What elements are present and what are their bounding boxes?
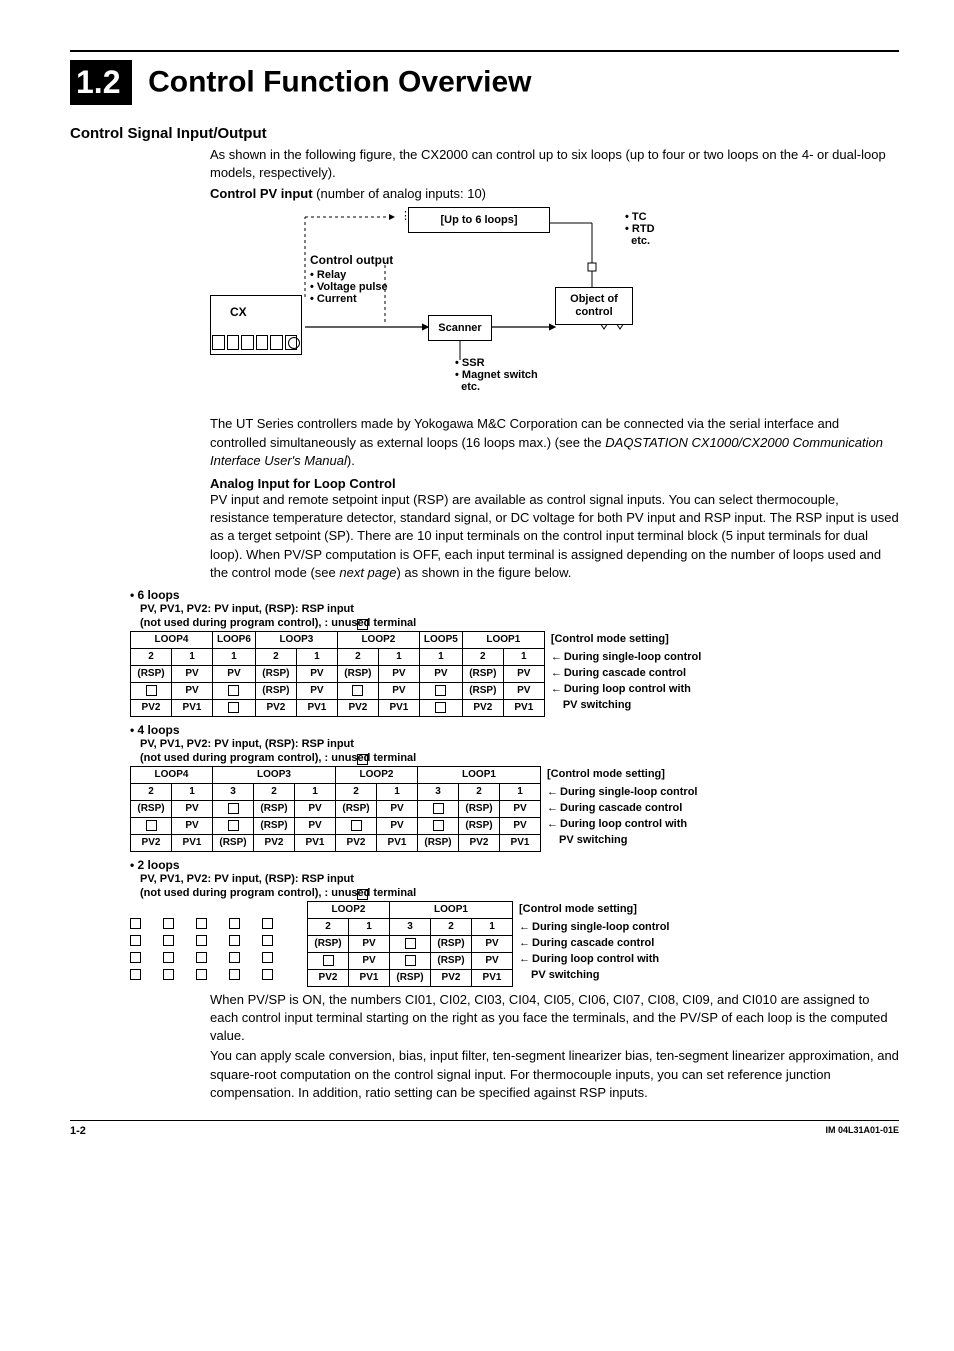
object-box: Object of control (555, 287, 633, 325)
two-loop-bullet: • 2 loops (130, 858, 899, 872)
four-loop-table: LOOP4 LOOP3 LOOP2 LOOP1 2132121321 (RSP)… (130, 766, 541, 852)
six-loops-block: • 6 loops PV, PV1, PV2: PV input, (RSP):… (130, 588, 899, 717)
two-loop-legend2: (not used during program control), : unu… (140, 887, 899, 899)
pv-input-caption-sub: (number of analog inputs: 10) (316, 186, 486, 201)
four-loop-legend1: PV, PV1, PV2: PV input, (RSP): RSP input (140, 738, 899, 750)
scanner-box: Scanner (428, 315, 492, 341)
footer-code: IM 04L31A01-01E (825, 1125, 899, 1137)
footer: 1-2 IM 04L31A01-01E (70, 1120, 899, 1137)
four-loop-bullet: • 4 loops (130, 723, 899, 737)
scanner-label: Scanner (438, 322, 481, 334)
subsection-title: Control Signal Input/Output (70, 125, 899, 142)
ssr-label: • SSR • Magnet switch etc. (455, 357, 538, 393)
closing-para-1: When PV/SP is ON, the numbers CI01, CI02… (210, 991, 899, 1046)
closing-para-2: You can apply scale conversion, bias, in… (210, 1047, 899, 1102)
analog-para-end: ) as shown in the figure below. (396, 565, 571, 580)
block-diagram: CX (210, 205, 770, 415)
section-header: 1.2 Control Function Overview (70, 50, 899, 105)
tc-rtd-label: • TC • RTD etc. (625, 211, 655, 247)
analog-next-page: next page (339, 565, 396, 580)
two-loop-annotations: [Control mode setting] During single-loo… (519, 901, 670, 987)
upto6-box: [Up to 6 loops] (408, 207, 550, 233)
annot-single: During single-loop control (551, 649, 702, 665)
six-loop-legend1: PV, PV1, PV2: PV input, (RSP): RSP input (140, 603, 899, 615)
six-loop-table: LOOP4 LOOP6 LOOP3 LOOP2 LOOP5 LOOP1 2112… (130, 631, 545, 717)
analog-title: Analog Input for Loop Control (210, 476, 899, 491)
control-output-label: Control output (310, 253, 393, 267)
six-loop-legend2: (not used during program control), : unu… (140, 617, 899, 629)
analog-paragraph: PV input and remote setpoint input (RSP)… (210, 491, 899, 582)
annot-pvsw-b: PV switching (563, 697, 702, 713)
section-title: Control Function Overview (148, 66, 531, 99)
two-loop-table: LOOP2 LOOP1 21321 (RSP)PV(RSP)PV PV(RSP)… (307, 901, 513, 987)
annot-header: [Control mode setting] (551, 631, 702, 647)
output-bullets: • Relay • Voltage pulse • Current (310, 269, 388, 305)
section-number: 1.2 (70, 60, 132, 105)
four-loops-block: • 4 loops PV, PV1, PV2: PV input, (RSP):… (130, 723, 899, 852)
upto6-label: [Up to 6 loops] (441, 214, 518, 226)
two-loops-block: • 2 loops PV, PV1, PV2: PV input, (RSP):… (130, 858, 899, 987)
four-loop-legend2: (not used during program control), : unu… (140, 752, 899, 764)
pv-input-caption: Control PV input (number of analog input… (210, 186, 899, 201)
annot-cascade: During cascade control (551, 665, 702, 681)
footer-page: 1-2 (70, 1125, 86, 1137)
two-loop-legend1: PV, PV1, PV2: PV input, (RSP): RSP input (140, 873, 899, 885)
intro-paragraph: As shown in the following figure, the CX… (210, 146, 899, 182)
two-loop-unused-grid (130, 915, 273, 987)
six-loop-annotations: [Control mode setting] During single-loo… (551, 631, 702, 717)
annot-pvsw-a: During loop control with (551, 681, 702, 697)
ut-paragraph: The UT Series controllers made by Yokoga… (210, 415, 899, 470)
six-loop-bullet: • 6 loops (130, 588, 899, 602)
object-label: Object of control (570, 293, 618, 319)
four-loop-annotations: [Control mode setting] During single-loo… (547, 766, 698, 852)
pv-input-caption-main: Control PV input (210, 186, 313, 201)
